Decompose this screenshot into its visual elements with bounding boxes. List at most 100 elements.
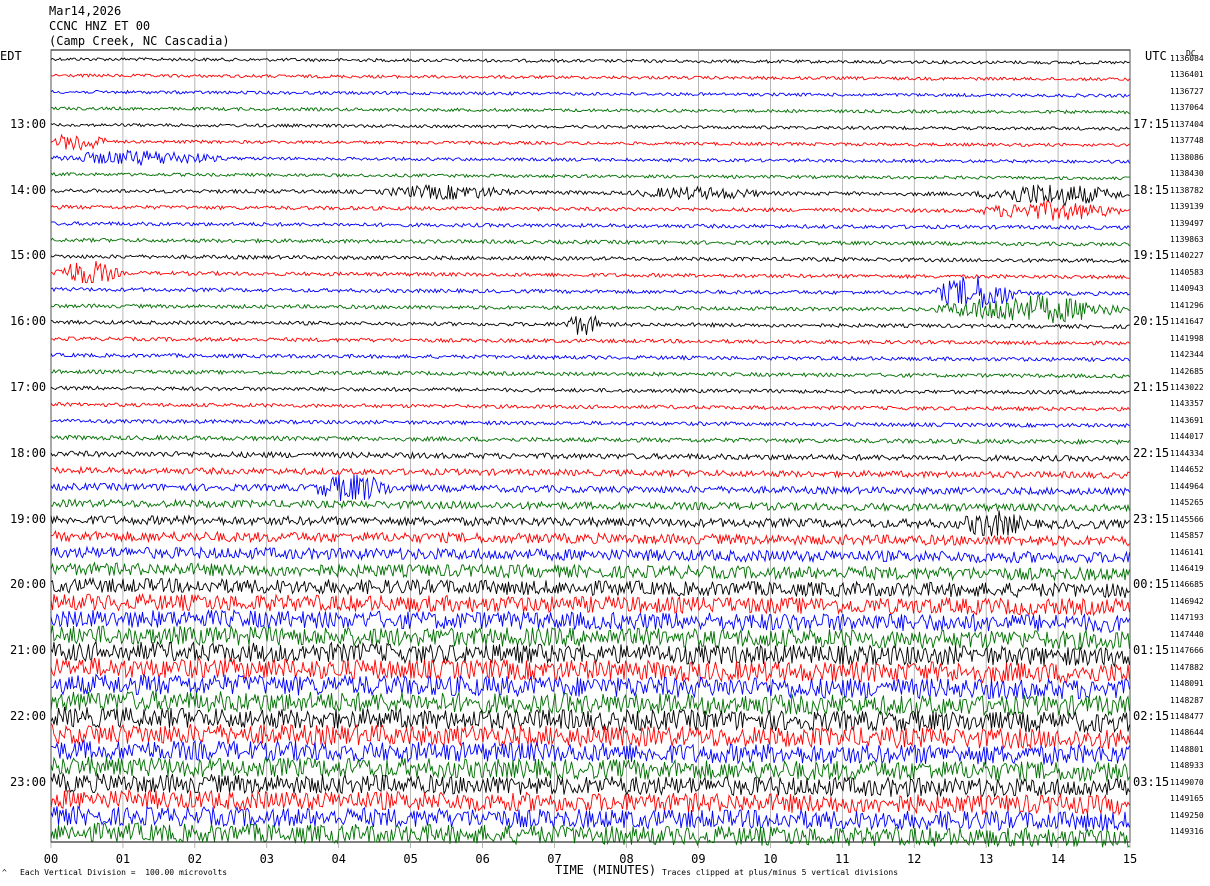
y-tick-label-utc: 21:15 [1133, 380, 1170, 394]
trace-line [50, 510, 1130, 537]
dc-offset-label: 1136084 [1170, 54, 1204, 63]
x-tick-label: 06 [475, 852, 490, 866]
trace-line [50, 385, 1130, 395]
dc-offset-label: 1149165 [1170, 794, 1204, 804]
trace-line [50, 529, 1130, 548]
y-tick-label-edt: 17:00 [10, 380, 47, 394]
dc-offset-label: 1148801 [1170, 744, 1204, 754]
trace-line [50, 237, 1130, 247]
dc-offset-label: 1136727 [1170, 86, 1204, 96]
trace-line [50, 592, 1130, 617]
dc-offset-label: 1137748 [1170, 136, 1204, 146]
dc-offset-label: 1147882 [1170, 662, 1204, 672]
trace-line [50, 276, 1130, 308]
trace-line [50, 576, 1130, 599]
trace-line [50, 220, 1130, 231]
trace-line [50, 722, 1130, 750]
y-tick-label-edt: 16:00 [10, 314, 47, 329]
y-tick-label-utc: 17:15 [1133, 116, 1170, 131]
trace-line [50, 352, 1130, 363]
dc-offset-label: 1144334 [1170, 448, 1204, 458]
dc-offset-label: 1144017 [1170, 432, 1204, 442]
dc-offset-label: 1142685 [1170, 366, 1204, 376]
trace-line [50, 755, 1130, 783]
y-tick-label-utc: 20:15 [1133, 314, 1170, 329]
y-tick-label-edt: 19:00 [10, 511, 47, 526]
x-tick-label: 01 [115, 852, 131, 866]
trace-line [50, 640, 1130, 668]
dc-offset-label: 1141998 [1170, 333, 1204, 343]
trace-line [50, 368, 1130, 379]
dc-offset-label: 1139139 [1170, 202, 1204, 212]
dc-offset-label: 1148644 [1170, 728, 1204, 738]
dc-offset-label: 1147440 [1170, 629, 1204, 639]
x-axis-title: TIME (MINUTES) [555, 863, 657, 877]
y-tick-label-edt: 22:00 [10, 709, 47, 723]
trace-line [50, 474, 1130, 501]
trace-line [50, 122, 1130, 131]
trace-line [50, 545, 1130, 564]
dc-offset-label: 1146141 [1170, 547, 1204, 557]
y-tick-label-utc: 01:15 [1133, 643, 1170, 658]
x-tick-label: 00 [43, 852, 59, 866]
x-tick-label: 15 [1122, 852, 1138, 866]
dc-offset-label: 1148091 [1170, 679, 1204, 689]
x-tick-label: 04 [331, 852, 346, 866]
x-tick-label: 03 [259, 852, 275, 866]
dc-offset-label: 1146942 [1170, 596, 1204, 606]
dc-offset-label: 1149316 [1170, 827, 1204, 837]
dc-offset-label: 1143691 [1170, 415, 1204, 425]
y-tick-label-edt: 18:00 [10, 445, 47, 460]
trace-line [51, 336, 1130, 346]
dc-offset-label: 1143357 [1170, 399, 1204, 409]
dc-offset-label: 1136401 [1170, 70, 1204, 80]
x-tick-label: 12 [906, 852, 922, 866]
trace-line [50, 261, 1130, 284]
trace-line [50, 498, 1130, 513]
trace-line [50, 465, 1130, 480]
y-tick-label-edt: 23:00 [10, 774, 47, 789]
trace-line [50, 673, 1130, 701]
dc-offset-label: 1138430 [1170, 169, 1204, 179]
dc-offset-label: 1137404 [1170, 119, 1204, 129]
y-tick-label-edt: 21:00 [10, 643, 47, 658]
trace-line [50, 418, 1130, 429]
dc-offset-label: 1137064 [1170, 103, 1204, 113]
y-tick-label-utc: 03:15 [1133, 774, 1170, 789]
y-tick-label-edt: 13:00 [10, 116, 47, 131]
x-tick-label: 11 [835, 852, 850, 866]
dc-offset-label: 1149070 [1170, 777, 1204, 787]
dc-offset-label: 1148933 [1170, 761, 1204, 771]
dc-offset-label: 1147193 [1170, 613, 1204, 623]
dc-offset-label: 1149250 [1170, 810, 1204, 820]
dc-offset-label: 1144964 [1170, 481, 1204, 491]
x-tick-label: 10 [763, 852, 778, 866]
dc-offset-label: 1140943 [1170, 284, 1204, 294]
clip-note: Traces clipped at plus/minus 5 vertical … [662, 868, 899, 877]
trace-line [50, 561, 1130, 582]
dc-offset-label: 1143022 [1170, 383, 1204, 392]
trace-line [50, 89, 1130, 98]
dc-offset-label: 1145265 [1170, 498, 1204, 508]
dc-offset-label: 1141296 [1170, 300, 1204, 310]
x-tick-label: 02 [187, 852, 203, 866]
scale-note: Each Vertical Division = 100.00 microvol… [20, 868, 228, 877]
x-tick-label: 14 [1050, 852, 1066, 866]
trace-line [50, 133, 1130, 152]
corner-mark: ^ [2, 868, 7, 877]
trace-line [50, 254, 1130, 264]
trace-line [50, 401, 1130, 412]
x-tick-label: 09 [691, 852, 706, 866]
seismic-traces [50, 57, 1130, 848]
dc-offset-label: 1139497 [1170, 218, 1204, 228]
dc-offset-label: 1140583 [1170, 267, 1204, 277]
dc-offset-label: 1146685 [1170, 580, 1204, 590]
dc-offset-label: 1138086 [1170, 152, 1204, 162]
trace-line [50, 106, 1130, 115]
trace-line [50, 149, 1130, 166]
dc-offset-label: 1138782 [1170, 185, 1204, 195]
y-tick-label-utc: 19:15 [1133, 248, 1170, 263]
dc-offset-label: 1146419 [1170, 563, 1204, 573]
y-tick-label-utc: 18:15 [1133, 182, 1170, 197]
trace-line [50, 314, 1130, 336]
